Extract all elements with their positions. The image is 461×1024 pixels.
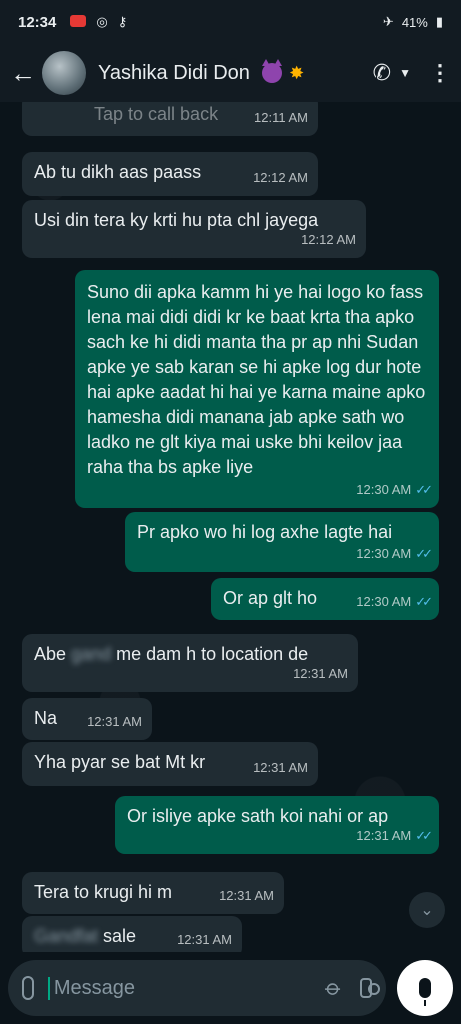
battery-icon: ▮ (435, 14, 443, 29)
message-text: Or isliye apke sath koi nahi or ap (127, 806, 389, 826)
avatar[interactable] (42, 51, 86, 95)
attach-icon[interactable]: ⌀ (320, 974, 347, 1002)
message-time: 12:31 AM (219, 888, 274, 903)
smiling-devil-emoji (261, 59, 282, 84)
mic-button[interactable] (397, 960, 453, 1016)
screen-record-icon (70, 14, 87, 30)
message-time: 12:30 AM (356, 546, 412, 561)
message-time: 12:12 AM (301, 232, 356, 247)
message-text: Ab tu dikh aas paass (34, 162, 202, 182)
message-time: 12:30 AM (356, 594, 412, 609)
back-arrow-icon[interactable]: ← (10, 58, 38, 89)
contact-name-area[interactable]: Yashika Didi Don ✸ (98, 59, 305, 85)
message-meta: 12:31 AM ✓✓ (356, 823, 433, 848)
message-bubble[interactable]: Abe gand me dam h to location de 12:31 A… (22, 634, 358, 692)
contact-name: Yashika Didi Don (98, 61, 250, 84)
message-meta: 12:30 AM ✓✓ (356, 541, 433, 566)
message-bubble[interactable]: Or isliye apke sath koi nahi or ap 12:31… (115, 796, 439, 854)
collision-emoji: ✸ (289, 62, 305, 83)
call-icon[interactable]: ✆ (373, 60, 391, 86)
message-time: 12:31 AM (253, 760, 308, 775)
message-bubble[interactable]: Na 12:31 AM (22, 698, 152, 740)
message-time: 12:31 AM (177, 932, 232, 947)
message-bubble[interactable]: Tera to krugi hi m 12:31 AM (22, 872, 284, 914)
message-list[interactable]: Tap to call back 12:11 AM Ab tu dikh aas… (0, 102, 461, 952)
message-time: 12:31 AM (293, 666, 348, 681)
instagram-icon: ◎ (96, 14, 108, 29)
message-text: Pr apko wo hi log axhe lagte hai (137, 522, 393, 542)
battery-level: 41% (401, 14, 428, 30)
key-icon: ⚷ (117, 14, 128, 29)
status-time: 12:34 (18, 13, 57, 31)
message-bubble[interactable]: Ab tu dikh aas paass 12:12 AM (22, 152, 318, 196)
camera-icon[interactable] (360, 978, 380, 998)
sticker-icon[interactable] (22, 976, 34, 1000)
missed-call-bubble[interactable]: Tap to call back 12:11 AM (22, 102, 318, 136)
message-time: 12:11 AM (254, 110, 308, 125)
message-input[interactable] (47, 976, 319, 1000)
message-text: Abe gand me dam h to location de (34, 644, 309, 664)
mic-icon (419, 978, 431, 1006)
scroll-down-icon[interactable]: ⌄ (409, 892, 445, 928)
message-bubble[interactable]: Suno dii apka kamm hi ye hai logo ko fas… (75, 270, 439, 508)
read-ticks-icon: ✓✓ (415, 828, 433, 843)
message-composer: ⌀ (8, 960, 386, 1016)
message-time: 12:31 AM (87, 714, 142, 729)
dropdown-icon[interactable]: ▼ (399, 66, 411, 80)
more-options-icon[interactable]: ⋮ (429, 60, 451, 86)
missed-call-label: Tap to call back (94, 104, 219, 124)
message-text: Na (34, 708, 58, 728)
message-meta: 12:30 AM ✓✓ (356, 477, 433, 502)
chat-header: ← Yashika Didi Don ✸ ✆ ▼ ⋮ (0, 44, 461, 102)
message-text: Gandfat sale (34, 926, 137, 946)
blurred-word: Gandfat (34, 926, 99, 946)
message-meta: 12:30 AM ✓✓ (356, 589, 433, 614)
message-bubble[interactable]: Gandfat sale 12:31 AM (22, 916, 242, 952)
message-text: Usi din tera ky krti hu pta chl jayega (34, 210, 319, 230)
message-bubble[interactable]: Yha pyar se bat Mt kr 12:31 AM (22, 742, 318, 786)
message-text: Suno dii apka kamm hi ye hai logo ko fas… (87, 282, 426, 477)
message-time: 12:12 AM (253, 170, 308, 185)
message-time: 12:31 AM (356, 828, 412, 843)
message-text: Tera to krugi hi m (34, 882, 173, 902)
read-ticks-icon: ✓✓ (415, 594, 433, 609)
blurred-word: gand (71, 644, 112, 664)
message-bubble[interactable]: Or ap glt ho 12:30 AM ✓✓ (211, 578, 439, 620)
message-text: Yha pyar se bat Mt kr (34, 752, 206, 772)
message-text: Or ap glt ho (223, 588, 318, 608)
status-bar: 12:34 ◎ ⚷ ✈ 41% ▮ (0, 0, 461, 44)
read-ticks-icon: ✓✓ (415, 546, 433, 561)
read-ticks-icon: ✓✓ (415, 482, 433, 497)
message-bubble[interactable]: Pr apko wo hi log axhe lagte hai 12:30 A… (125, 512, 439, 572)
message-bubble[interactable]: Usi din tera ky krti hu pta chl jayega 1… (22, 200, 366, 258)
airplane-icon: ✈ (382, 14, 394, 29)
message-time: 12:30 AM (356, 482, 412, 497)
